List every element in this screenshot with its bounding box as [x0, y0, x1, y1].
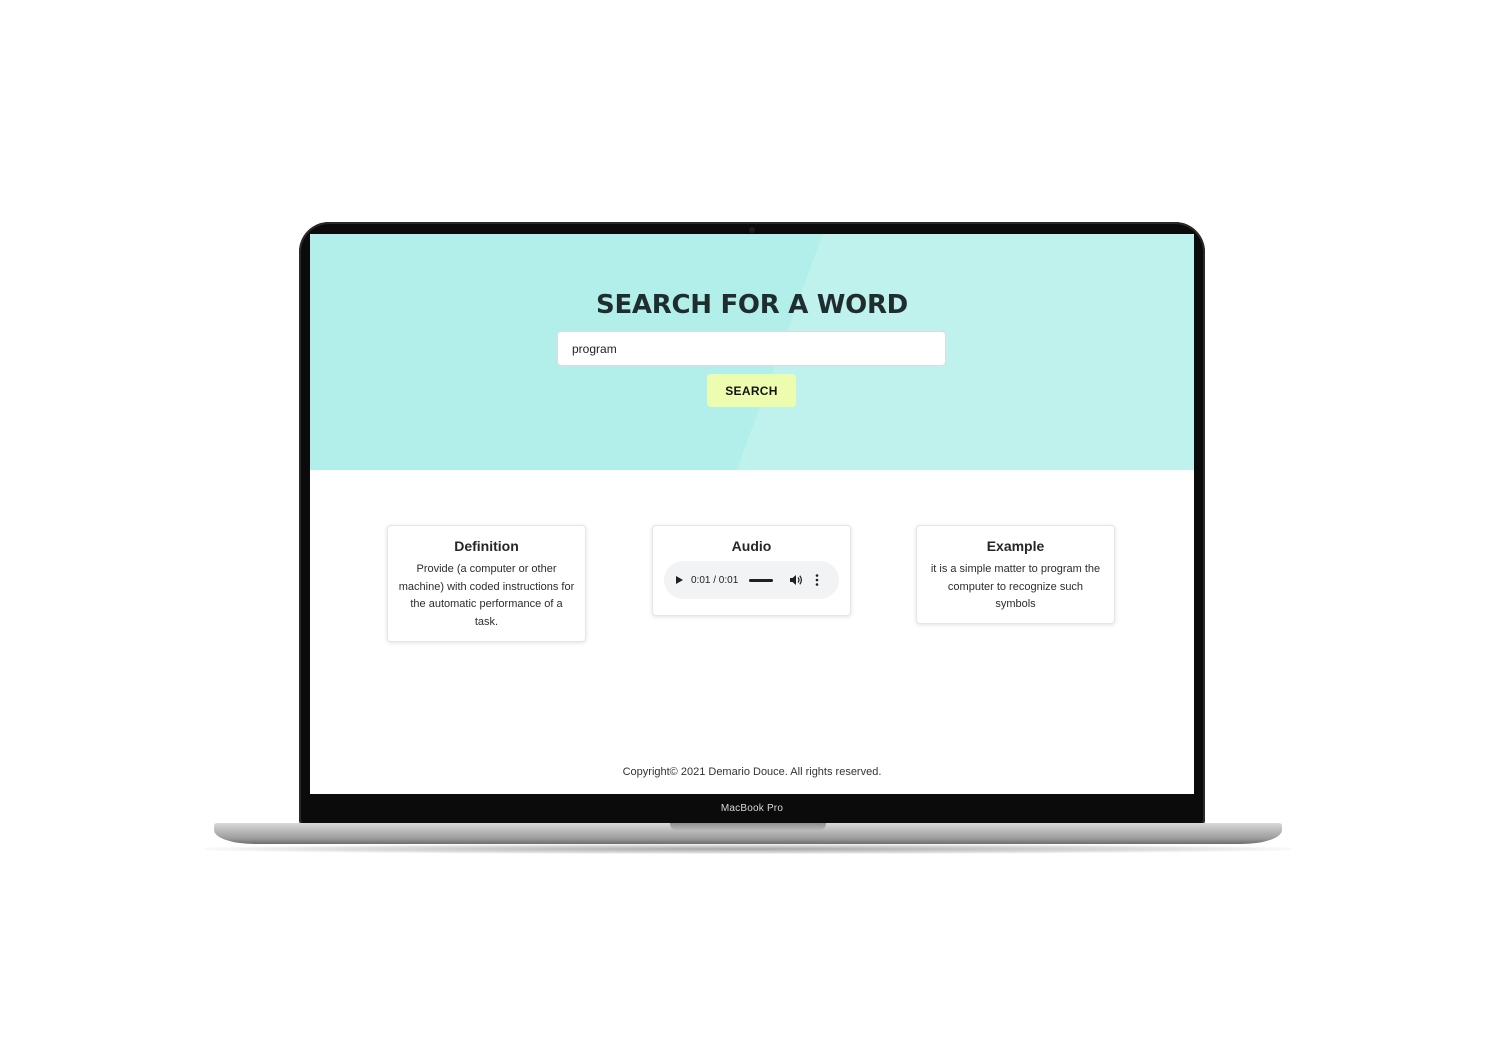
search-button[interactable]: SEARCH [707, 374, 796, 407]
laptop-screen: SEARCH FOR A WORD SEARCH Definition Prov… [310, 234, 1194, 794]
laptop-shadow [205, 844, 1291, 854]
device-label: MacBook Pro [720, 803, 784, 814]
footer-copyright: Copyright© 2021 Demario Douce. All right… [622, 766, 882, 778]
more-options-icon[interactable] [815, 574, 819, 586]
audio-player[interactable]: 0:01 / 0:01 [664, 561, 839, 599]
definition-text: Provide (a computer or other machine) wi… [398, 563, 575, 628]
example-text: it is a simple matter to program the com… [930, 563, 1101, 610]
audio-card: Audio 0:01 / 0:01 [652, 525, 851, 616]
camera-icon [749, 227, 755, 233]
play-icon[interactable] [676, 576, 683, 584]
audio-progress-bar[interactable] [749, 578, 774, 582]
page-title: SEARCH FOR A WORD [596, 290, 908, 320]
device-mockup: SEARCH FOR A WORD SEARCH Definition Prov… [0, 0, 1500, 1038]
example-card: Example it is a simple matter to program… [916, 525, 1115, 624]
search-hero: SEARCH FOR A WORD SEARCH [310, 234, 1194, 470]
search-input[interactable] [557, 331, 946, 366]
definition-card: Definition Provide (a computer or other … [387, 525, 586, 642]
example-title: Example [986, 538, 1045, 554]
laptop-lid: SEARCH FOR A WORD SEARCH Definition Prov… [299, 222, 1205, 826]
definition-title: Definition [454, 538, 519, 554]
volume-icon[interactable] [789, 574, 803, 586]
laptop-base [214, 823, 1282, 844]
laptop-notch [670, 823, 826, 831]
audio-title: Audio [731, 538, 772, 554]
audio-progress-fill [749, 578, 774, 582]
audio-time: 0:01 / 0:01 [691, 574, 739, 586]
